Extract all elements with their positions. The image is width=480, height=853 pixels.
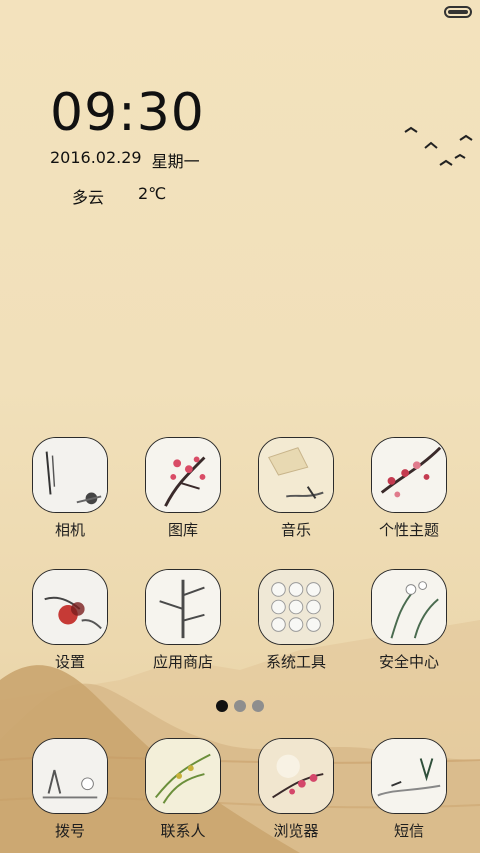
- app-label: 浏览器: [273, 822, 319, 840]
- browser-icon: [258, 738, 334, 814]
- contacts-icon: [145, 738, 221, 814]
- dock-browser[interactable]: 浏览器: [241, 738, 351, 841]
- dock-dialer[interactable]: 拨号: [15, 738, 125, 841]
- app-label: 短信: [393, 822, 424, 840]
- dock-sms[interactable]: 短信: [354, 738, 464, 841]
- dock-contacts[interactable]: 联系人: [128, 738, 238, 841]
- message-icon: [371, 738, 447, 814]
- phone-icon: [32, 738, 108, 814]
- app-label: 拨号: [54, 822, 85, 840]
- app-label: 联系人: [160, 822, 206, 840]
